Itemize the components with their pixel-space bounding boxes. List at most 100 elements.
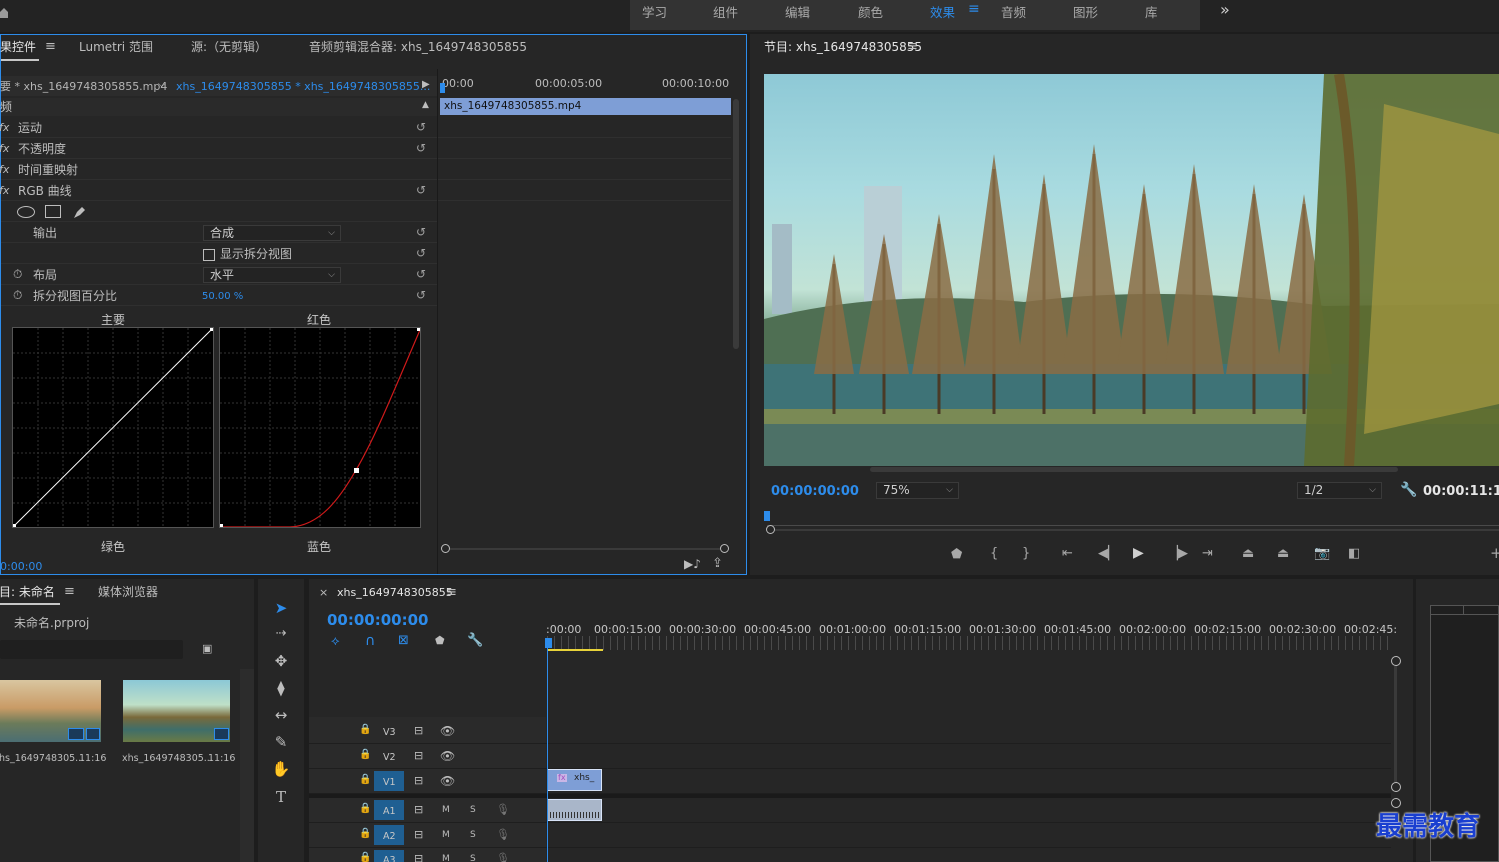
- program-monitor-title[interactable]: 节目: xhs_1649748305855: [764, 41, 922, 53]
- wrench-icon[interactable]: 🔧: [1400, 483, 1417, 497]
- output-dropdown[interactable]: 合成 ⌵: [203, 225, 341, 241]
- play-icon[interactable]: ▶: [1133, 546, 1144, 560]
- workspace-tab-learn[interactable]: 学习: [642, 2, 667, 21]
- timeline-zoom-handle[interactable]: [1391, 782, 1401, 792]
- mute-button[interactable]: M: [442, 806, 450, 815]
- sync-lock-icon[interactable]: ⊟: [414, 775, 423, 786]
- microphone-icon[interactable]: 🎙: [496, 829, 510, 840]
- track-label-v1[interactable]: V1: [383, 777, 396, 788]
- effect-timecode[interactable]: 0:00:00: [0, 561, 42, 572]
- workspace-tab-libraries[interactable]: 库: [1145, 2, 1158, 21]
- pen-tool-icon[interactable]: ✎: [268, 731, 294, 753]
- tab-audio-clip-mixer[interactable]: 音频剪辑混合器: xhs_1649748305855: [309, 41, 527, 53]
- solo-button[interactable]: S: [470, 855, 476, 862]
- reset-icon[interactable]: ↺: [416, 226, 428, 238]
- tab-project[interactable]: 目: 未命名: [0, 586, 55, 598]
- hamburger-icon[interactable]: ≡: [968, 1, 980, 17]
- project-search-input[interactable]: [0, 640, 183, 659]
- zoom-scroll-bar[interactable]: [450, 548, 720, 550]
- timeline-title[interactable]: xhs_1649748305855: [337, 587, 453, 598]
- play-only-clip-icon[interactable]: ▶: [422, 80, 430, 90]
- video-clip[interactable]: fx xhs_: [547, 769, 602, 791]
- panel-menu-icon[interactable]: ≡: [45, 40, 56, 53]
- zoom-dropdown[interactable]: 75% ⌵: [876, 482, 959, 499]
- red-curve-graph[interactable]: [219, 327, 421, 528]
- timeline-zoom-handle[interactable]: [1391, 798, 1401, 808]
- workspace-tab-audio[interactable]: 音频: [1001, 2, 1026, 21]
- nest-sequence-icon[interactable]: ⟡: [331, 635, 340, 648]
- tab-lumetri-scopes[interactable]: Lumetri 范围: [79, 41, 153, 53]
- chevron-down-icon[interactable]: ⌵: [158, 80, 166, 90]
- mini-playhead[interactable]: [440, 83, 445, 93]
- project-item-thumbnail[interactable]: [123, 680, 230, 742]
- step-forward-icon[interactable]: ▕▶: [1168, 547, 1188, 560]
- project-item-name[interactable]: hs_1649748305...: [0, 754, 84, 764]
- monitor-time-ruler[interactable]: [767, 512, 1499, 526]
- timeline-vscroll[interactable]: [1394, 666, 1397, 782]
- reset-icon[interactable]: ↺: [416, 121, 428, 133]
- fx-icon[interactable]: fx: [0, 164, 9, 175]
- resolution-dropdown[interactable]: 1/2 ⌵: [1297, 482, 1382, 499]
- snap-magnet-icon[interactable]: ∩: [365, 634, 375, 648]
- export-icon[interactable]: ⇪: [712, 557, 723, 570]
- solo-button[interactable]: S: [470, 806, 476, 815]
- sync-lock-icon[interactable]: ⊟: [414, 853, 423, 862]
- more-workspaces-icon[interactable]: »: [1220, 0, 1230, 19]
- workspace-tab-color[interactable]: 颜色: [858, 2, 883, 21]
- lift-icon[interactable]: ⏏: [1242, 547, 1254, 560]
- go-to-in-icon[interactable]: ⇤: [1062, 547, 1073, 560]
- panel-menu-icon[interactable]: ≡: [64, 585, 75, 598]
- rectangle-mask-icon[interactable]: [45, 205, 61, 218]
- program-video-frame[interactable]: [764, 74, 1499, 466]
- type-tool-icon[interactable]: T: [268, 786, 294, 808]
- mute-button[interactable]: M: [442, 831, 450, 840]
- panel-menu-icon[interactable]: ≡: [907, 40, 918, 53]
- master-curve-graph[interactable]: [12, 327, 214, 528]
- panel-menu-icon[interactable]: ≡: [446, 586, 457, 599]
- microphone-icon[interactable]: 🎙: [496, 804, 510, 815]
- go-to-out-icon[interactable]: ⇥: [1202, 547, 1213, 560]
- project-scrollbar[interactable]: [240, 669, 254, 862]
- reset-icon[interactable]: ↺: [416, 268, 428, 280]
- lock-icon[interactable]: 🔒: [359, 750, 371, 760]
- eye-icon[interactable]: 👁: [440, 775, 455, 787]
- motion-label[interactable]: 运动: [18, 122, 42, 134]
- reset-icon[interactable]: ↺: [416, 184, 428, 196]
- stopwatch-icon[interactable]: ⏱: [13, 289, 22, 301]
- mark-out-icon[interactable]: }: [1022, 547, 1030, 560]
- fx-icon[interactable]: fx: [0, 185, 9, 196]
- project-item-thumbnail[interactable]: [0, 680, 101, 742]
- workspace-tab-graphics[interactable]: 图形: [1073, 2, 1098, 21]
- zoom-scroll-handle-left[interactable]: [441, 544, 450, 553]
- lock-icon[interactable]: 🔒: [359, 725, 371, 735]
- mark-in-icon[interactable]: {: [990, 547, 998, 560]
- sequence-clip-name[interactable]: xhs_1649748305855 * xhs_1649748305855...: [176, 81, 430, 92]
- zoom-scroll-handle-right[interactable]: [720, 544, 729, 553]
- collapse-icon[interactable]: ▲: [422, 101, 429, 110]
- comparison-view-icon[interactable]: ◧: [1348, 547, 1360, 560]
- mute-button[interactable]: M: [442, 855, 450, 862]
- workspace-tab-effects[interactable]: 效果: [930, 2, 955, 21]
- mini-scrollbar[interactable]: [733, 99, 739, 349]
- track-label-a1[interactable]: A1: [383, 806, 396, 817]
- audio-clip[interactable]: [547, 799, 602, 821]
- timeline-timecode[interactable]: 00:00:00:00: [327, 613, 429, 628]
- razor-tool-icon[interactable]: ⧫: [268, 677, 294, 699]
- lock-icon[interactable]: 🔒: [359, 804, 371, 814]
- track-label-a2[interactable]: A2: [383, 831, 396, 842]
- reset-icon[interactable]: ↺: [416, 289, 428, 301]
- home-icon[interactable]: [0, 6, 8, 18]
- lock-icon[interactable]: 🔒: [359, 829, 371, 839]
- hand-tool-icon[interactable]: ✋: [268, 758, 294, 780]
- opacity-label[interactable]: 不透明度: [18, 143, 66, 155]
- fx-icon[interactable]: fx: [0, 143, 9, 154]
- video-scrollbar[interactable]: [870, 467, 1398, 472]
- solo-button[interactable]: S: [470, 831, 476, 840]
- eye-icon[interactable]: 👁: [440, 750, 455, 762]
- add-marker-icon[interactable]: ⬟: [435, 635, 445, 646]
- ellipse-mask-icon[interactable]: [17, 206, 35, 218]
- rgb-curves-label[interactable]: RGB 曲线: [18, 185, 72, 197]
- add-button-icon[interactable]: +: [1490, 546, 1499, 561]
- tab-effect-controls[interactable]: 果控件: [0, 41, 36, 53]
- sync-lock-icon[interactable]: ⊟: [414, 804, 423, 815]
